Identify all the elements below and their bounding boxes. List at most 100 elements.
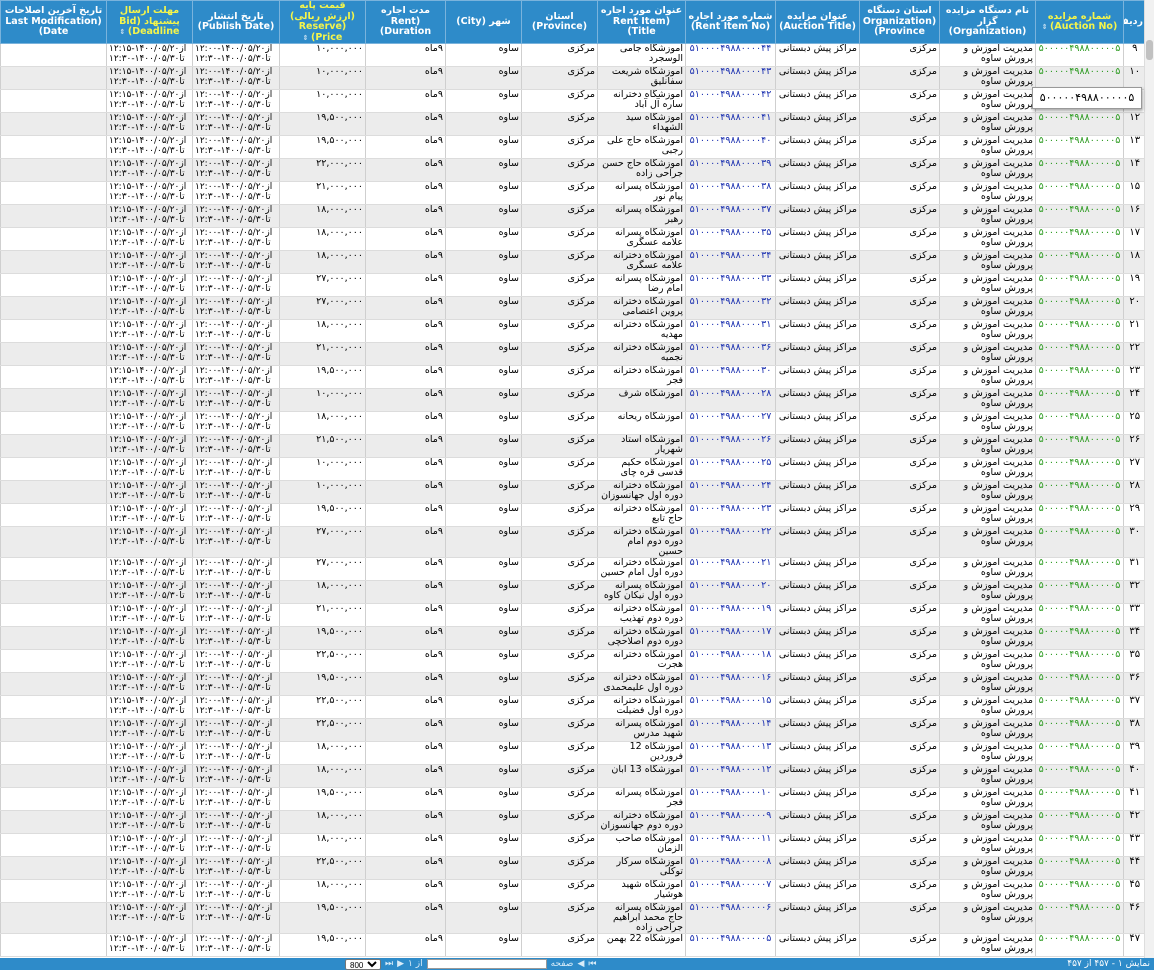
- table-row[interactable]: ۴۶ ۵۰۰۰۰۰۴۹۸۸۰۰۰۰۰۵ مدیریت آموزش و پرورش س…: [0, 902, 1146, 934]
- auction-no-cell[interactable]: ۵۰۰۰۰۰۴۹۸۸۰۰۰۰۰۵: [1035, 649, 1124, 673]
- table-row[interactable]: ۱۰ ۵۰۰۰۰۰۴۹۸۸۰۰۰۰۰۵ مدیریت آموزش و پرورش س…: [0, 66, 1146, 90]
- auction-no-cell[interactable]: ۵۰۰۰۰۰۴۹۸۸۰۰۰۰۰۵: [1035, 434, 1124, 458]
- table-row[interactable]: ۲۴ ۵۰۰۰۰۰۴۹۸۸۰۰۰۰۰۵ مدیریت آموزش و پرورش س…: [0, 388, 1146, 412]
- rent-item-no-cell[interactable]: ۵۱۰۰۰۰۴۹۸۸۰۰۰۰۱۵: [685, 695, 776, 719]
- rent-item-no-cell[interactable]: ۵۱۰۰۰۰۴۹۸۸۰۰۰۰۰۵: [685, 933, 776, 957]
- auction-no-cell[interactable]: ۵۰۰۰۰۰۴۹۸۸۰۰۰۰۰۵: [1035, 457, 1124, 481]
- auction-no-cell[interactable]: ۵۰۰۰۰۰۴۹۸۸۰۰۰۰۰۵: [1035, 503, 1124, 527]
- auction-no-cell[interactable]: ۵۰۰۰۰۰۴۹۸۸۰۰۰۰۰۵: [1035, 204, 1124, 228]
- table-row[interactable]: ۳۱ ۵۰۰۰۰۰۴۹۸۸۰۰۰۰۰۵ مدیریت آموزش و پرورش س…: [0, 557, 1146, 581]
- table-row[interactable]: ۳۹ ۵۰۰۰۰۰۴۹۸۸۰۰۰۰۰۵ مدیریت آموزش و پرورش س…: [0, 741, 1146, 765]
- auction-no-cell[interactable]: ۵۰۰۰۰۰۴۹۸۸۰۰۰۰۰۵: [1035, 856, 1124, 880]
- rent-item-no-cell[interactable]: ۵۱۰۰۰۰۴۹۸۸۰۰۰۰۱۹: [685, 603, 776, 627]
- table-row[interactable]: ۳۵ ۵۰۰۰۰۰۴۹۸۸۰۰۰۰۰۵ مدیریت آموزش و پرورش س…: [0, 649, 1146, 673]
- auction-no-cell[interactable]: ۵۰۰۰۰۰۴۹۸۸۰۰۰۰۰۵: [1035, 810, 1124, 834]
- auction-no-cell[interactable]: ۵۰۰۰۰۰۴۹۸۸۰۰۰۰۰۵: [1035, 557, 1124, 581]
- auction-no-cell[interactable]: ۵۰۰۰۰۰۴۹۸۸۰۰۰۰۰۵: [1035, 672, 1124, 696]
- sort-icon[interactable]: ⇕: [120, 28, 128, 36]
- rent-item-no-cell[interactable]: ۵۱۰۰۰۰۴۹۸۸۰۰۰۰۳۶: [685, 342, 776, 366]
- rent-item-no-cell[interactable]: ۵۱۰۰۰۰۴۹۸۸۰۰۰۰۳۷: [685, 204, 776, 228]
- auction-no-cell[interactable]: ۵۰۰۰۰۰۴۹۸۸۰۰۰۰۰۵: [1035, 388, 1124, 412]
- table-row[interactable]: ۳۷ ۵۰۰۰۰۰۴۹۸۸۰۰۰۰۰۵ مدیریت آموزش و پرورش س…: [0, 695, 1146, 719]
- table-row[interactable]: ۲۱ ۵۰۰۰۰۰۴۹۸۸۰۰۰۰۰۵ مدیریت آموزش و پرورش س…: [0, 319, 1146, 343]
- rent-item-no-cell[interactable]: ۵۱۰۰۰۰۴۹۸۸۰۰۰۰۳۴: [685, 250, 776, 274]
- table-row[interactable]: ۱۵ ۵۰۰۰۰۰۴۹۸۸۰۰۰۰۰۵ مدیریت آموزش و پرورش س…: [0, 181, 1146, 205]
- sort-icon[interactable]: ⇕: [303, 34, 311, 42]
- table-row[interactable]: ۲۷ ۵۰۰۰۰۰۴۹۸۸۰۰۰۰۰۵ مدیریت آموزش و پرورش س…: [0, 457, 1146, 481]
- auction-no-cell[interactable]: ۵۰۰۰۰۰۴۹۸۸۰۰۰۰۰۵: [1035, 764, 1124, 788]
- auction-no-cell[interactable]: ۵۰۰۰۰۰۴۹۸۸۰۰۰۰۰۵: [1035, 43, 1124, 67]
- auction-no-cell[interactable]: ۵۰۰۰۰۰۴۹۸۸۰۰۰۰۰۵: [1035, 250, 1124, 274]
- rent-item-no-cell[interactable]: ۵۱۰۰۰۰۴۹۸۸۰۰۰۰۳۸: [685, 181, 776, 205]
- table-row[interactable]: ۳۰ ۵۰۰۰۰۰۴۹۸۸۰۰۰۰۰۵ مدیریت آموزش و پرورش س…: [0, 526, 1146, 558]
- table-row[interactable]: ۳۶ ۵۰۰۰۰۰۴۹۸۸۰۰۰۰۰۵ مدیریت آموزش و پرورش س…: [0, 672, 1146, 696]
- auction-no-cell[interactable]: ۵۰۰۰۰۰۴۹۸۸۰۰۰۰۰۵: [1035, 787, 1124, 811]
- auction-no-cell[interactable]: ۵۰۰۰۰۰۴۹۸۸۰۰۰۰۰۵: [1035, 626, 1124, 650]
- rent-item-no-cell[interactable]: ۵۱۰۰۰۰۴۹۸۸۰۰۰۰۱۸: [685, 649, 776, 673]
- auction-no-cell[interactable]: ۵۰۰۰۰۰۴۹۸۸۰۰۰۰۰۵: [1035, 411, 1124, 435]
- table-row[interactable]: ۳۴ ۵۰۰۰۰۰۴۹۸۸۰۰۰۰۰۵ مدیریت آموزش و پرورش س…: [0, 626, 1146, 650]
- rent-item-no-cell[interactable]: ۵۱۰۰۰۰۴۹۸۸۰۰۰۰۱۶: [685, 672, 776, 696]
- auction-no-cell[interactable]: ۵۰۰۰۰۰۴۹۸۸۰۰۰۰۰۵: [1035, 603, 1124, 627]
- auction-no-cell[interactable]: ۵۰۰۰۰۰۴۹۸۸۰۰۰۰۰۵: [1035, 526, 1124, 558]
- rent-item-no-cell[interactable]: ۵۱۰۰۰۰۴۹۸۸۰۰۰۰۰۶: [685, 902, 776, 934]
- sort-icon[interactable]: ⇕: [1042, 23, 1050, 31]
- rent-item-no-cell[interactable]: ۵۱۰۰۰۰۴۹۸۸۰۰۰۰۰۸: [685, 856, 776, 880]
- table-row[interactable]: ۴۷ ۵۰۰۰۰۰۴۹۸۸۰۰۰۰۰۵ مدیریت آموزش و پرورش س…: [0, 933, 1146, 957]
- rent-item-no-cell[interactable]: ۵۱۰۰۰۰۴۹۸۸۰۰۰۰۱۰: [685, 787, 776, 811]
- auction-no-cell[interactable]: ۵۰۰۰۰۰۴۹۸۸۰۰۰۰۰۵: [1035, 902, 1124, 934]
- table-row[interactable]: ۴۳ ۵۰۰۰۰۰۴۹۸۸۰۰۰۰۰۵ مدیریت آموزش و پرورش س…: [0, 833, 1146, 857]
- auction-no-cell[interactable]: ۵۰۰۰۰۰۴۹۸۸۰۰۰۰۰۵: [1035, 158, 1124, 182]
- table-row[interactable]: ۱۸ ۵۰۰۰۰۰۴۹۸۸۰۰۰۰۰۵ مدیریت آموزش و پرورش س…: [0, 250, 1146, 274]
- first-page-icon[interactable]: ⏮: [588, 958, 596, 970]
- rent-item-no-cell[interactable]: ۵۱۰۰۰۰۴۹۸۸۰۰۰۰۲۶: [685, 434, 776, 458]
- column-header[interactable]: مهلت ارسال پیشنهاد (Bid Deadline) ⇕: [106, 0, 193, 44]
- auction-no-cell[interactable]: ۵۰۰۰۰۰۴۹۸۸۰۰۰۰۰۵: [1035, 135, 1124, 159]
- auction-no-cell[interactable]: ۵۰۰۰۰۰۴۹۸۸۰۰۰۰۰۵: [1035, 112, 1124, 136]
- table-row[interactable]: ۴۱ ۵۰۰۰۰۰۴۹۸۸۰۰۰۰۰۵ مدیریت آموزش و پرورش س…: [0, 787, 1146, 811]
- table-row[interactable]: ۱۱۵۰۰۰۰۰۴۹۸۸۰۰۰۰۰۵مدیریت آموزش و پرورش س…: [0, 89, 1146, 113]
- rent-item-no-cell[interactable]: ۵۱۰۰۰۰۴۹۸۸۰۰۰۰۲۰: [685, 580, 776, 604]
- rent-item-no-cell[interactable]: ۵۱۰۰۰۰۴۹۸۸۰۰۰۰۳۹: [685, 158, 776, 182]
- table-row[interactable]: ۳۸ ۵۰۰۰۰۰۴۹۸۸۰۰۰۰۰۵ مدیریت آموزش و پرورش س…: [0, 718, 1146, 742]
- table-row[interactable]: ۱۳ ۵۰۰۰۰۰۴۹۸۸۰۰۰۰۰۵ مدیریت آموزش و پرورش س…: [0, 135, 1146, 159]
- rent-item-no-cell[interactable]: ۵۱۰۰۰۰۴۹۸۸۰۰۰۰۲۱: [685, 557, 776, 581]
- last-page-icon[interactable]: ⏭: [385, 958, 393, 970]
- table-row[interactable]: ۱۲ ۵۰۰۰۰۰۴۹۸۸۰۰۰۰۰۵ مدیریت آموزش و پرورش س…: [0, 112, 1146, 136]
- scrollbar-thumb[interactable]: [1146, 40, 1153, 60]
- rent-item-no-cell[interactable]: ۵۱۰۰۰۰۴۹۸۸۰۰۰۰۴۲: [685, 89, 776, 113]
- column-header[interactable]: شماره مزایده (Auction No) ⇕: [1035, 0, 1124, 44]
- table-row[interactable]: ۱۷ ۵۰۰۰۰۰۴۹۸۸۰۰۰۰۰۵ مدیریت آموزش و پرورش س…: [0, 227, 1146, 251]
- table-row[interactable]: ۲۸ ۵۰۰۰۰۰۴۹۸۸۰۰۰۰۰۵ مدیریت آموزش و پرورش س…: [0, 480, 1146, 504]
- rent-item-no-cell[interactable]: ۵۱۰۰۰۰۴۹۸۸۰۰۰۰۴۱: [685, 112, 776, 136]
- auction-no-cell[interactable]: ۵۰۰۰۰۰۴۹۸۸۰۰۰۰۰۵: [1035, 227, 1124, 251]
- auction-no-cell[interactable]: ۵۰۰۰۰۰۴۹۸۸۰۰۰۰۰۵: [1035, 718, 1124, 742]
- table-row[interactable]: ۲۲ ۵۰۰۰۰۰۴۹۸۸۰۰۰۰۰۵ مدیریت آموزش و پرورش س…: [0, 342, 1146, 366]
- page-number-input[interactable]: [426, 959, 547, 969]
- rent-item-no-cell[interactable]: ۵۱۰۰۰۰۴۹۸۸۰۰۰۰۲۵: [685, 457, 776, 481]
- rent-item-no-cell[interactable]: ۵۱۰۰۰۰۴۹۸۸۰۰۰۰۲۲: [685, 526, 776, 558]
- table-row[interactable]: ۹ ۵۰۰۰۰۰۴۹۸۸۰۰۰۰۰۵ مدیریت آموزش و پرورش سا…: [0, 43, 1146, 67]
- table-row[interactable]: ۴۴ ۵۰۰۰۰۰۴۹۸۸۰۰۰۰۰۵ مدیریت آموزش و پرورش س…: [0, 856, 1146, 880]
- auction-no-cell[interactable]: ۵۰۰۰۰۰۴۹۸۸۰۰۰۰۰۵: [1035, 296, 1124, 320]
- rent-item-no-cell[interactable]: ۵۱۰۰۰۰۴۹۸۸۰۰۰۰۱۳: [685, 741, 776, 765]
- rent-item-no-cell[interactable]: ۵۱۰۰۰۰۴۹۸۸۰۰۰۰۳۵: [685, 227, 776, 251]
- auction-no-cell[interactable]: ۵۰۰۰۰۰۴۹۸۸۰۰۰۰۰۵: [1035, 342, 1124, 366]
- column-header[interactable]: قیمت پایه (ارزش ریالی) (Reserve Price) ⇕: [279, 0, 366, 44]
- rent-item-no-cell[interactable]: ۵۱۰۰۰۰۴۹۸۸۰۰۰۰۴۰: [685, 135, 776, 159]
- table-row[interactable]: ۲۹ ۵۰۰۰۰۰۴۹۸۸۰۰۰۰۰۵ مدیریت آموزش و پرورش س…: [0, 503, 1146, 527]
- rent-item-no-cell[interactable]: ۵۱۰۰۰۰۴۹۸۸۰۰۰۰۲۸: [685, 388, 776, 412]
- prev-page-icon[interactable]: ◀: [577, 958, 584, 970]
- vertical-scrollbar[interactable]: [1144, 0, 1154, 958]
- auction-no-cell[interactable]: ۵۰۰۰۰۰۴۹۸۸۰۰۰۰۰۵: [1035, 933, 1124, 957]
- auction-no-cell[interactable]: ۵۰۰۰۰۰۴۹۸۸۰۰۰۰۰۵: [1035, 741, 1124, 765]
- auction-no-cell[interactable]: ۵۰۰۰۰۰۴۹۸۸۰۰۰۰۰۵: [1035, 695, 1124, 719]
- table-row[interactable]: ۱۶ ۵۰۰۰۰۰۴۹۸۸۰۰۰۰۰۵ مدیریت آموزش و پرورش س…: [0, 204, 1146, 228]
- next-page-icon[interactable]: ▶: [397, 958, 404, 970]
- rent-item-no-cell[interactable]: ۵۱۰۰۰۰۴۹۸۸۰۰۰۰۱۱: [685, 833, 776, 857]
- auction-no-cell[interactable]: ۵۰۰۰۰۰۴۹۸۸۰۰۰۰۰۵: [1035, 879, 1124, 903]
- table-row[interactable]: ۲۰ ۵۰۰۰۰۰۴۹۸۸۰۰۰۰۰۵ مدیریت آموزش و پرورش س…: [0, 296, 1146, 320]
- rent-item-no-cell[interactable]: ۵۱۰۰۰۰۴۹۸۸۰۰۰۰۳۱: [685, 319, 776, 343]
- rent-item-no-cell[interactable]: ۵۱۰۰۰۰۴۹۸۸۰۰۰۰۲۳: [685, 503, 776, 527]
- rent-item-no-cell[interactable]: ۵۱۰۰۰۰۴۹۸۸۰۰۰۰۰۹: [685, 810, 776, 834]
